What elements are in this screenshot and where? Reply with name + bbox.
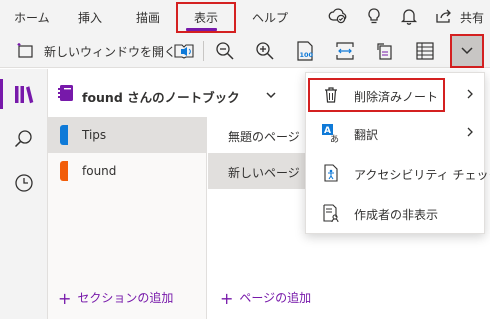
share-label[interactable]: 共有 (460, 9, 484, 26)
menu-item-label: アクセシビリティ チェック (354, 168, 490, 182)
menu-item-hide-authors[interactable]: 作成者の非表示 (306, 194, 484, 232)
zoom-in-icon[interactable] (253, 39, 277, 63)
ribbon-toolbar: 新しいウィンドウを開く 100 (0, 34, 490, 68)
new-window-button[interactable]: 新しいウィンドウを開く (44, 43, 176, 60)
section-label: found (82, 164, 117, 178)
zoom-100-icon[interactable]: 100 (293, 39, 317, 63)
svg-text:あ: あ (330, 134, 339, 143)
rotate-icon[interactable] (373, 39, 397, 63)
section-color-tab (60, 161, 68, 181)
notebook-icon (58, 84, 74, 105)
immersive-reader-icon[interactable] (172, 39, 196, 63)
plus-icon: + (58, 289, 72, 308)
section-list: Tips found + セクションの追加 (48, 117, 207, 319)
section-item-tips[interactable]: Tips (48, 117, 207, 153)
chevron-right-icon (466, 126, 474, 141)
notebooks-icon[interactable] (12, 83, 36, 107)
menu-item-accessibility-check[interactable]: アクセシビリティ チェック (306, 154, 490, 192)
page-item-new[interactable]: 新しいページ (208, 153, 318, 189)
page-layout-icon[interactable] (413, 39, 437, 63)
lightbulb-icon[interactable] (364, 6, 384, 26)
section-item-found[interactable]: found (48, 153, 207, 189)
tab-insert[interactable]: 挿入 (78, 9, 102, 26)
add-section-button[interactable]: + セクションの追加 (58, 289, 173, 308)
search-icon[interactable] (12, 127, 36, 151)
page-label: 無題のページ (228, 130, 300, 144)
svg-text:100: 100 (300, 51, 314, 59)
hide-authors-icon (321, 203, 341, 223)
tab-help[interactable]: ヘルプ (252, 9, 288, 26)
tab-draw[interactable]: 描画 (136, 9, 160, 26)
menu-item-label: 翻訳 (354, 128, 379, 142)
sync-status-icon[interactable] (328, 6, 348, 26)
add-page-label: ページの追加 (239, 291, 312, 305)
chevron-down-icon[interactable] (265, 89, 277, 103)
page-width-icon[interactable] (333, 39, 357, 63)
share-icon[interactable] (434, 6, 454, 26)
chevron-right-icon (466, 88, 474, 103)
notebook-header[interactable]: found さんのノートブック (48, 69, 304, 117)
menu-item-label: 作成者の非表示 (354, 208, 439, 222)
new-window-icon[interactable] (14, 39, 38, 63)
accessibility-check-icon (321, 163, 341, 183)
tab-bar: ホーム 挿入 描画 表示 ヘルプ 共有 (0, 0, 490, 34)
plus-icon: + (220, 289, 234, 308)
notebook-title[interactable]: found さんのノートブック (82, 87, 240, 106)
more-options-button[interactable] (450, 34, 484, 68)
tab-home[interactable]: ホーム (14, 9, 50, 26)
highlight-box-deleted-notes (308, 78, 445, 112)
section-label: Tips (82, 128, 107, 142)
add-page-button[interactable]: + ページの追加 (220, 289, 311, 308)
recent-icon[interactable] (12, 171, 36, 195)
active-nav-indicator (0, 79, 3, 109)
nav-rail (0, 69, 48, 319)
bell-icon[interactable] (399, 6, 419, 26)
ribbon-separator (203, 41, 204, 61)
menu-item-translate[interactable]: Aあ 翻訳 (306, 114, 484, 152)
more-options-menu: 削除済みノート Aあ 翻訳 アクセシビリティ チェック 作成者の非表示 (305, 72, 490, 234)
highlight-box-view-tab (176, 2, 236, 33)
chevron-down-icon (461, 47, 473, 55)
add-section-label: セクションの追加 (77, 291, 174, 305)
translate-icon: Aあ (321, 123, 341, 145)
page-item-untitled[interactable]: 無題のページ (208, 117, 318, 153)
section-color-tab (60, 125, 68, 145)
page-label: 新しいページ (228, 166, 300, 180)
zoom-out-icon[interactable] (213, 39, 237, 63)
